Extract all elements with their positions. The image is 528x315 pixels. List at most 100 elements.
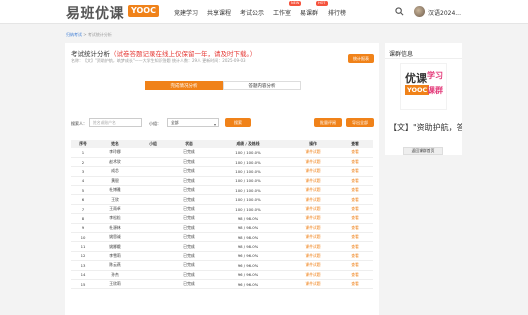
row-name: 李松松 bbox=[95, 213, 135, 224]
new-badge: NEW bbox=[289, 1, 302, 6]
row-view-link[interactable]: 查看 bbox=[337, 213, 373, 224]
table-row: 9 杜源林 已完成 98 / 98.0% 课件试题 查看 bbox=[71, 223, 373, 234]
side-title: 课群信息 bbox=[389, 51, 414, 58]
search-icon[interactable] bbox=[395, 7, 404, 16]
row-name: 赵术欣 bbox=[95, 157, 135, 168]
export-report-button[interactable]: 统计报表 bbox=[348, 54, 374, 63]
results-table: 序号 姓名 小组 状态 成绩 / 及格线 操作 查看 1 李玲娜 已完成 100 / … bbox=[71, 140, 373, 290]
name-search-input[interactable]: 姓名或账户名 bbox=[89, 118, 142, 127]
batch-review-button[interactable]: 批量评阅 bbox=[314, 118, 342, 127]
table-row: 12 李雪莉 已完成 96 / 96.0% 课件试题 查看 bbox=[71, 251, 373, 262]
row-index: 13 bbox=[71, 260, 95, 271]
row-action-link[interactable]: 课件试题 bbox=[289, 157, 337, 168]
row-group bbox=[135, 279, 171, 290]
row-status: 已完成 bbox=[171, 148, 207, 158]
table-row: 3 成芯 已完成 100 / 100.0% 课件试题 查看 bbox=[71, 166, 373, 177]
breadcrumb: 归纳考试 > 考试统计分析 bbox=[66, 32, 112, 38]
cover-text-3: 课群 bbox=[427, 86, 443, 95]
row-view-link[interactable]: 查看 bbox=[337, 232, 373, 243]
group-filter-label: 小组： bbox=[149, 121, 161, 126]
logo-text[interactable]: 易班优课 bbox=[66, 3, 124, 23]
table-row: 6 王欣 已完成 100 / 100.0% 课件试题 查看 bbox=[71, 194, 373, 205]
row-index: 8 bbox=[71, 213, 95, 224]
row-action-link[interactable]: 课件试题 bbox=[289, 241, 337, 252]
name-filter-label: 搜索人： bbox=[71, 121, 87, 126]
row-name: 王欣 bbox=[95, 194, 135, 205]
row-view-link[interactable]: 查看 bbox=[337, 241, 373, 252]
row-action-link[interactable]: 课件试题 bbox=[289, 185, 337, 196]
group-select-value: 全部 bbox=[171, 120, 179, 125]
row-group bbox=[135, 251, 171, 262]
row-index: 4 bbox=[71, 176, 95, 187]
export-all-button[interactable]: 导出全部 bbox=[346, 118, 374, 127]
course-name[interactable]: 【文】"资助护航，答... bbox=[389, 122, 462, 133]
row-action-link[interactable]: 课件试题 bbox=[289, 260, 337, 271]
row-action-link[interactable]: 课件试题 bbox=[289, 251, 337, 262]
row-score: 98 / 98.0% bbox=[207, 232, 289, 243]
table-row: 10 姚思诚 已完成 98 / 98.0% 课件试题 查看 bbox=[71, 232, 373, 243]
row-name: 姚娜娥 bbox=[95, 241, 135, 252]
row-action-link[interactable]: 课件试题 bbox=[289, 270, 337, 280]
row-action-link[interactable]: 课件试题 bbox=[289, 279, 337, 290]
row-status: 已完成 bbox=[171, 241, 207, 252]
row-view-link[interactable]: 查看 bbox=[337, 176, 373, 187]
row-score: 98 / 98.0% bbox=[207, 241, 289, 252]
row-score: 96 / 96.0% bbox=[207, 251, 289, 262]
row-view-link[interactable]: 查看 bbox=[337, 148, 373, 158]
row-status: 已完成 bbox=[171, 176, 207, 187]
avatar[interactable] bbox=[414, 6, 425, 17]
row-action-link[interactable]: 课件试题 bbox=[289, 204, 337, 215]
tab-answer-analysis[interactable]: 答题内容分析 bbox=[223, 81, 301, 90]
row-name: 姚思诚 bbox=[95, 232, 135, 243]
row-group bbox=[135, 260, 171, 271]
row-view-link[interactable]: 查看 bbox=[337, 194, 373, 205]
course-cover[interactable]: 优课 学习 YOOC 课群 bbox=[400, 63, 447, 110]
row-view-link[interactable]: 查看 bbox=[337, 223, 373, 234]
row-action-link[interactable]: 课件试题 bbox=[289, 232, 337, 243]
nav-item-exam-public[interactable]: 考试公示 bbox=[240, 8, 264, 17]
search-button[interactable]: 搜索 bbox=[225, 118, 251, 127]
row-index: 7 bbox=[71, 204, 95, 215]
row-group bbox=[135, 176, 171, 187]
nav-item-party-study[interactable]: 竞建学习 bbox=[174, 8, 198, 17]
row-action-link[interactable]: 课件试题 bbox=[289, 213, 337, 224]
row-view-link[interactable]: 查看 bbox=[337, 157, 373, 168]
row-action-link[interactable]: 课件试题 bbox=[289, 194, 337, 205]
breadcrumb-sep: > bbox=[83, 32, 87, 37]
course-group-panel: 课群信息 优课 学习 YOOC 课群 【文】"资助护航，答... 返回课群首页 bbox=[385, 43, 462, 155]
row-status: 已完成 bbox=[171, 279, 207, 290]
row-view-link[interactable]: 查看 bbox=[337, 185, 373, 196]
back-to-group-button[interactable]: 返回课群首页 bbox=[403, 147, 443, 155]
breadcrumb-link[interactable]: 归纳考试 bbox=[66, 32, 82, 37]
nav-item-course-group[interactable]: 易课群 bbox=[300, 8, 318, 17]
row-name: 黄银 bbox=[95, 176, 135, 187]
nav-item-ranking[interactable]: 排行榜 bbox=[328, 8, 346, 17]
table-row: 15 王欣莉 已完成 96 / 96.0% 课件试题 查看 bbox=[71, 279, 373, 290]
group-select[interactable]: 全部 ▾ bbox=[167, 118, 219, 127]
row-view-link[interactable]: 查看 bbox=[337, 251, 373, 262]
row-view-link[interactable]: 查看 bbox=[337, 279, 373, 290]
cover-text-2: 学习 bbox=[427, 71, 443, 80]
nav-item-studio[interactable]: 工作室 bbox=[273, 8, 291, 17]
row-view-link[interactable]: 查看 bbox=[337, 204, 373, 215]
tab-completion-analysis[interactable]: 完成情况分析 bbox=[145, 81, 223, 90]
row-action-link[interactable]: 课件试题 bbox=[289, 176, 337, 187]
row-index: 10 bbox=[71, 232, 95, 243]
row-group bbox=[135, 166, 171, 177]
row-view-link[interactable]: 查看 bbox=[337, 166, 373, 177]
divider bbox=[385, 58, 462, 59]
row-view-link[interactable]: 查看 bbox=[337, 260, 373, 271]
nav-item-shared-courses[interactable]: 共享课程 bbox=[207, 8, 231, 17]
row-score: 96 / 96.0% bbox=[207, 270, 289, 280]
row-action-link[interactable]: 课件试题 bbox=[289, 148, 337, 158]
table-row: 8 李松松 已完成 98 / 98.0% 课件试题 查看 bbox=[71, 213, 373, 224]
table-row: 7 王雨卓 已完成 100 / 100.0% 课件试题 查看 bbox=[71, 204, 373, 215]
row-action-link[interactable]: 课件试题 bbox=[289, 223, 337, 234]
row-view-link[interactable]: 查看 bbox=[337, 270, 373, 280]
row-action-link[interactable]: 课件试题 bbox=[289, 166, 337, 177]
username[interactable]: 汉语2024... bbox=[428, 8, 461, 17]
row-index: 6 bbox=[71, 194, 95, 205]
row-status: 已完成 bbox=[171, 194, 207, 205]
logo-badge[interactable]: YOOC bbox=[128, 5, 159, 17]
col-view: 查看 bbox=[337, 140, 373, 148]
